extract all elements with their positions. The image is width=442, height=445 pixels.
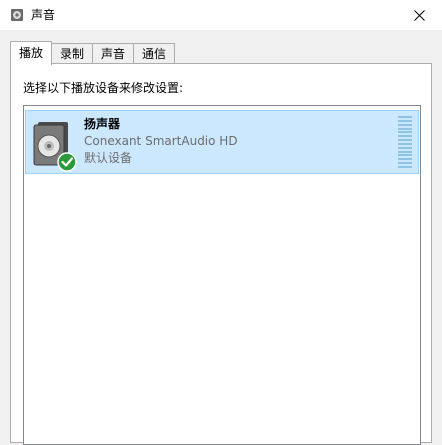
title-bar: 声音 [0,0,442,30]
tab-playback[interactable]: 播放 [10,41,53,65]
close-icon [413,9,425,21]
window-title: 声音 [31,8,56,22]
device-list[interactable]: 扬声器 Conexant SmartAudio HD 默认设备 [23,105,421,445]
check-icon [57,152,77,172]
speaker-icon [11,9,23,21]
close-button[interactable] [396,0,442,30]
device-item-speakers[interactable]: 扬声器 Conexant SmartAudio HD 默认设备 [25,110,419,174]
device-description: Conexant SmartAudio HD [84,134,238,148]
device-status: 默认设备 [84,151,133,165]
tab-strip: 播放 录制 声音 通信 [10,41,176,65]
tab-communications[interactable]: 通信 [133,43,176,64]
instruction-label: 选择以下播放设备来修改设置: [23,81,184,95]
playback-panel: 选择以下播放设备来修改设置: 扬声器 Conexant SmartAudio H… [10,63,432,445]
tab-recording[interactable]: 录制 [51,43,94,64]
speaker-icon [33,122,77,172]
volume-meter [398,116,412,168]
device-name: 扬声器 [84,117,121,131]
tab-sounds[interactable]: 声音 [92,43,135,64]
